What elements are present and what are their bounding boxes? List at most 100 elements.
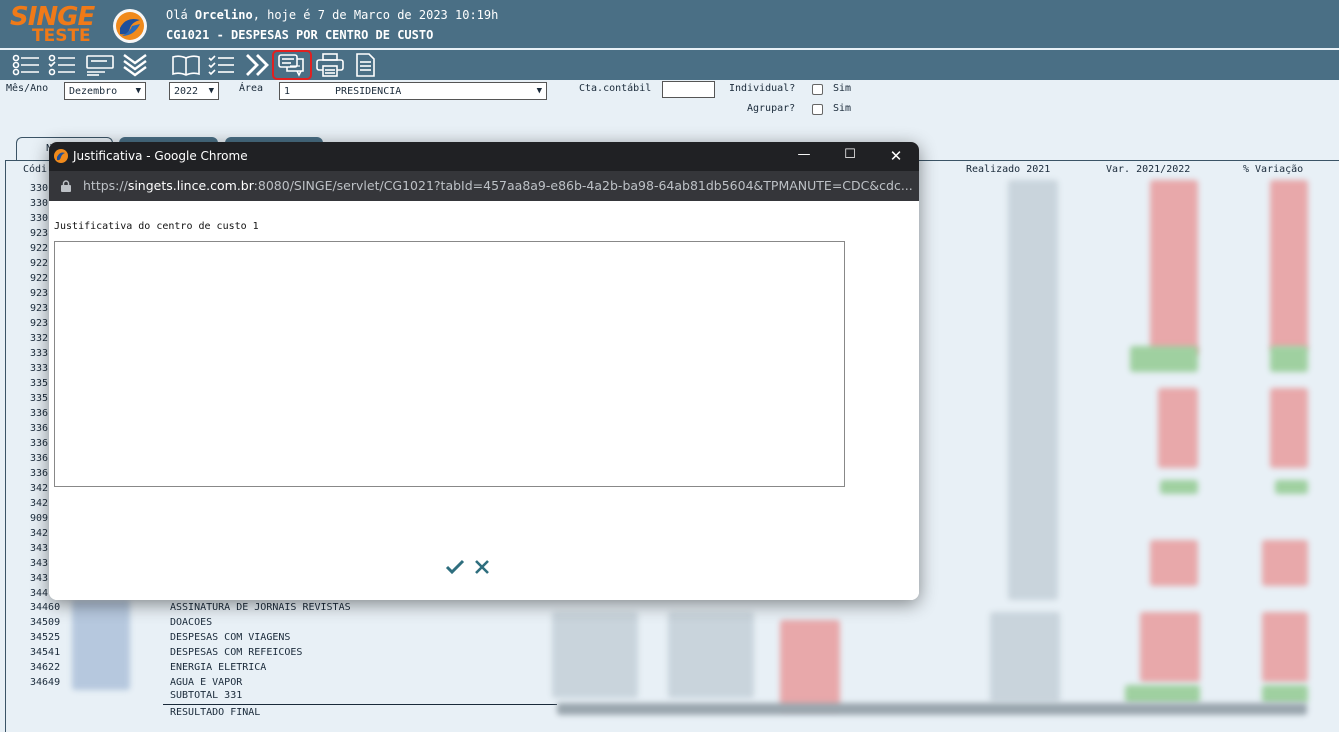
minimize-icon[interactable]: — (794, 147, 814, 165)
justification-label: Justificativa do centro de custo 1 (54, 221, 259, 232)
table-row-code: 34525 (30, 632, 61, 643)
table-cell-code: 922 (30, 273, 49, 284)
table-cell-code: 330 (30, 213, 49, 224)
confirm-check-icon[interactable] (445, 557, 465, 577)
table-cell-code: 335 (30, 378, 49, 389)
table-cell-code: 923 (30, 318, 49, 329)
header-code: Códi (23, 164, 48, 175)
cancel-x-icon[interactable] (473, 558, 491, 576)
logo-mark-icon (113, 9, 147, 43)
table-cell-code: 333 (30, 363, 49, 374)
month-select[interactable]: Dezembro ▼ (64, 82, 146, 100)
lock-icon (61, 180, 71, 192)
print-icon[interactable] (314, 52, 346, 78)
blurred-values-7 (1262, 612, 1308, 682)
subtotal-label: SUBTOTAL 331 (170, 690, 243, 701)
singe-logo: SINGE TESTE (10, 2, 95, 46)
table-cell-code: 336 (30, 453, 49, 464)
app-favicon-icon (54, 149, 68, 163)
popup-url[interactable]: https://singets.lince.com.br:8080/SINGE/… (83, 178, 913, 193)
table-cell-code: 923 (30, 303, 49, 314)
blurred-values-5 (1140, 612, 1200, 682)
close-icon[interactable]: ✕ (886, 147, 906, 165)
report-icon[interactable] (84, 52, 116, 78)
toolbar (0, 50, 1339, 80)
greeting-text: Olá Orcelino, hoje é 7 de Marco de 2023 … (166, 8, 499, 22)
page-title: CG1021 - DESPESAS POR CENTRO DE CUSTO (166, 28, 434, 42)
table-cell-code: 336 (30, 423, 49, 434)
divider-line (163, 704, 557, 705)
popup-body: Justificativa do centro de custo 1 (49, 201, 919, 600)
table-row-description: ENERGIA ELETRICA (170, 662, 267, 673)
table-cell-code: 335 (30, 393, 49, 404)
table-row-code: 34509 (30, 617, 61, 628)
table-cell-code: 330 (30, 198, 49, 209)
chevron-down-icon: ▼ (208, 86, 214, 96)
final-result-label: RESULTADO FINAL (170, 707, 261, 718)
table-row-description: DESPESAS COM REFEICOES (170, 647, 303, 658)
month-year-label: Mês/Ano (6, 83, 49, 94)
blurred-pct (1270, 180, 1308, 350)
table-cell-code: 343 (30, 573, 49, 584)
blurred-values-3 (780, 620, 840, 710)
group-checkbox[interactable] (812, 104, 823, 115)
checklist-icon[interactable] (46, 52, 78, 78)
table-row-code: 34460 (30, 602, 61, 613)
group-option-label: Sim (833, 103, 852, 114)
account-label: Cta.contábil (579, 83, 652, 94)
table-cell-code: 336 (30, 408, 49, 419)
header-pct: % Variação (1243, 164, 1304, 175)
header-variance: Var. 2021/2022 (1106, 164, 1191, 175)
next-icon[interactable] (241, 52, 273, 78)
individual-checkbox[interactable] (812, 84, 823, 95)
account-input[interactable] (662, 81, 715, 98)
table-cell-code: 332 (30, 333, 49, 344)
expand-all-icon[interactable] (119, 52, 151, 78)
table-cell-code: 330 (30, 183, 49, 194)
table-row-description: ASSINATURA DE JORNAIS REVISTAS (170, 602, 351, 613)
blurred-account-column (72, 600, 130, 690)
individual-label: Individual? (729, 83, 796, 94)
blurred-variance-2 (1158, 388, 1198, 468)
popup-window-title: Justificativa - Google Chrome (73, 149, 248, 163)
document-icon[interactable] (349, 52, 381, 78)
blurred-pct-green-2 (1275, 480, 1308, 494)
table-cell-code: 342 (30, 483, 49, 494)
maximize-icon[interactable]: ☐ (840, 147, 860, 165)
area-select[interactable]: 1 PRESIDENCIA ▼ (279, 82, 547, 100)
table-cell-code: 909 (30, 513, 49, 524)
justification-icon[interactable] (272, 50, 312, 80)
blurred-pct-2 (1270, 388, 1308, 468)
table-cell-code: 923 (30, 288, 49, 299)
list-icon[interactable] (10, 52, 42, 78)
table-row-code: 34622 (30, 662, 61, 673)
popup-url-bar: https://singets.lince.com.br:8080/SINGE/… (49, 171, 919, 201)
blurred-values-6 (1125, 685, 1200, 703)
book-icon[interactable] (170, 52, 202, 78)
table-row-code: 34541 (30, 647, 61, 658)
blurred-variance-green (1130, 346, 1198, 372)
table-cell-code: 343 (30, 543, 49, 554)
group-label: Agrupar? (747, 103, 796, 114)
chevron-down-icon: ▼ (536, 86, 542, 96)
table-cell-code: 336 (30, 468, 49, 479)
table-cell-code: 342 (30, 528, 49, 539)
blurred-variance (1150, 180, 1198, 355)
header-realized: Realizado 2021 (966, 164, 1051, 175)
blurred-values-8 (1262, 685, 1308, 703)
table-cell-code: 336 (30, 438, 49, 449)
blurred-variance-3 (1150, 540, 1198, 586)
justification-textarea[interactable] (54, 241, 845, 487)
app-header: SINGE TESTE Olá Orcelino, hoje é 7 de Ma… (0, 0, 1339, 48)
year-select[interactable]: 2022 ▼ (169, 82, 219, 100)
blurred-variance-green-2 (1160, 480, 1198, 494)
justification-popup: Justificativa - Google Chrome — ☐ ✕ http… (49, 142, 919, 600)
blurred-values-2 (668, 612, 754, 698)
tasks-icon[interactable] (205, 52, 237, 78)
table-cell-code: 923 (30, 228, 49, 239)
table-cell-code: 342 (30, 498, 49, 509)
area-label: Área (239, 83, 264, 94)
chevron-down-icon: ▼ (135, 86, 141, 96)
table-cell-code: 333 (30, 348, 49, 359)
individual-option-label: Sim (833, 83, 852, 94)
